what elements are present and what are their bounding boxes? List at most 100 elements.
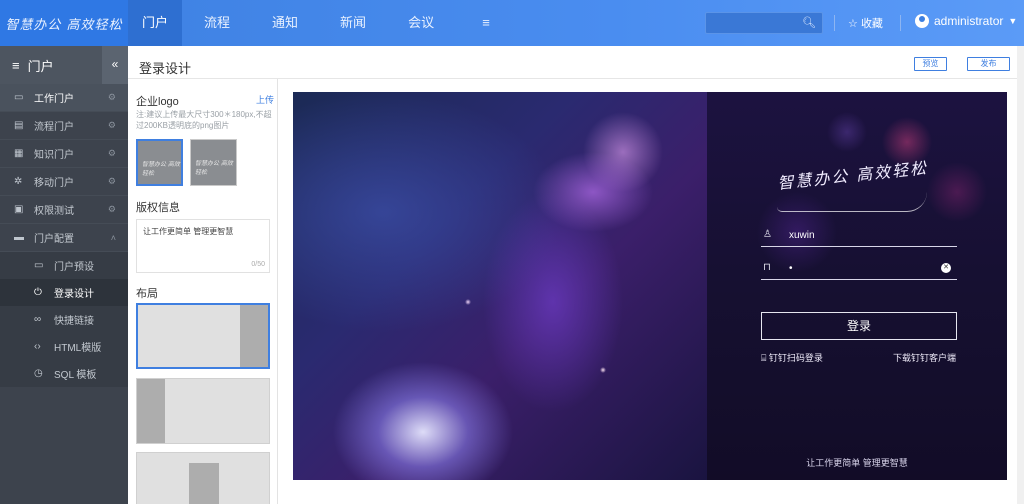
sidebar-subitem-label: SQL 模板	[54, 370, 97, 381]
clear-icon[interactable]: ✕	[941, 263, 951, 273]
layout-option-right[interactable]	[136, 303, 270, 369]
sidebar-subitem-label: 快捷链接	[54, 316, 94, 327]
copyright-textarea[interactable]: 让工作更简单 管理更智慧 0/50	[136, 219, 270, 273]
user-name: administrator	[934, 14, 1004, 28]
publish-button[interactable]: 发布	[967, 57, 1010, 71]
sidebar-item-label: 门户配置	[34, 234, 74, 245]
collapse-sidebar-button[interactable]: «	[102, 46, 128, 84]
sidebar-subitem-login-design[interactable]: ⏻ 登录设计	[0, 279, 128, 306]
list-icon: ▤	[14, 120, 24, 131]
layout-block	[189, 463, 219, 504]
scrollbar[interactable]	[1017, 46, 1024, 504]
nav-item-notice[interactable]: 通知	[260, 0, 310, 46]
sidebar-subitem-quick-links[interactable]: ∞ 快捷链接	[0, 306, 128, 333]
nav-item-portal[interactable]: 门户	[128, 0, 183, 46]
nav-item-news[interactable]: 新闻	[328, 0, 378, 46]
star-icon: ☆	[848, 18, 858, 30]
sidebar-subitem-portal-preset[interactable]: ▭ 门户预设	[0, 252, 128, 279]
search-input[interactable]	[712, 15, 802, 31]
password-field[interactable]: ⊓ • ✕	[761, 258, 957, 280]
sidebar-subitem-html-template[interactable]: ‹› HTML模版	[0, 333, 128, 360]
sidebar-item-work-portal[interactable]: ▭ 工作门户 ⚙	[0, 84, 128, 112]
top-bar: 智慧办公 高效轻松 门户 流程 通知 新闻 会议 ≡ 🔍︎ ☆ 收藏 admin…	[0, 0, 1024, 46]
char-counter: 0/50	[251, 261, 265, 268]
search-box[interactable]: 🔍︎	[705, 12, 823, 34]
sidebar-item-process-portal[interactable]: ▤ 流程门户 ⚙	[0, 112, 128, 140]
qr-icon: ⌸	[761, 353, 767, 363]
sidebar-subitem-sql-template[interactable]: ◷ SQL 模板	[0, 360, 128, 387]
background-image	[293, 92, 707, 480]
hamburger-icon: ≡	[12, 57, 20, 73]
brand-logo[interactable]: 智慧办公 高效轻松	[0, 0, 128, 46]
settings-icon[interactable]: ⚙	[108, 148, 116, 159]
link-icon: ∞	[34, 314, 42, 325]
sidebar-item-portal-config[interactable]: ▬ 门户配置 ˄	[0, 224, 128, 252]
sidebar-header: ≡ 门户 «	[0, 46, 128, 84]
settings-icon[interactable]: ⚙	[108, 120, 116, 131]
page-title: 登录设计	[139, 61, 192, 76]
user-menu[interactable]: administrator ▼	[915, 14, 1017, 28]
scan-login-link[interactable]: ⌸ 钉钉扫码登录	[761, 351, 823, 364]
code-icon: ‹›	[34, 341, 41, 352]
window-icon: ▭	[34, 260, 44, 271]
login-button[interactable]: 登录	[761, 312, 957, 340]
sidebar-item-permission-test[interactable]: ▣ 权限测试 ⚙	[0, 196, 128, 224]
logo-swoosh	[777, 192, 927, 212]
settings-icon[interactable]: ⚙	[108, 176, 116, 187]
menu-icon[interactable]: ≡	[464, 0, 508, 46]
settings-icon[interactable]: ⚙	[108, 92, 116, 103]
logo-thumbnail-1[interactable]: 智慧办公 高效轻松	[136, 139, 183, 186]
favorites-button[interactable]: ☆ 收藏	[848, 15, 883, 31]
username-value: xuwin	[789, 230, 815, 241]
sidebar-subitem-label: 门户预设	[54, 262, 94, 273]
login-preview: 智慧办公 高效轻松 ♙ xuwin ⊓ • ✕ 登录 ⌸ 钉钉扫码登录 下载钉钉…	[293, 92, 1007, 480]
username-field[interactable]: ♙ xuwin	[761, 225, 957, 247]
avatar	[915, 14, 929, 28]
caret-down-icon: ▼	[1008, 16, 1018, 26]
sidebar-item-label: 工作门户	[34, 94, 74, 105]
preview-button[interactable]: 预览	[914, 57, 947, 71]
sidebar-item-label: 权限测试	[34, 206, 74, 217]
monitor-icon: ▭	[14, 92, 24, 103]
sidebar-item-knowledge-portal[interactable]: ▦ 知识门户 ⚙	[0, 140, 128, 168]
layout-block	[137, 379, 165, 443]
clock-icon: ◷	[34, 368, 43, 379]
sidebar-title: 门户	[27, 58, 54, 74]
login-slogan: 让工作更简单 管理更智慧	[806, 458, 908, 468]
sidebar-subitem-label: 登录设计	[54, 289, 94, 300]
folder-icon: ▬	[14, 232, 24, 243]
settings-icon[interactable]: ⚙	[108, 204, 116, 215]
login-panel: 智慧办公 高效轻松 ♙ xuwin ⊓ • ✕ 登录 ⌸ 钉钉扫码登录 下载钉钉…	[707, 92, 1007, 480]
sidebar-item-label: 知识门户	[34, 150, 74, 161]
user-icon: ♙	[763, 229, 772, 240]
main-nav: 门户 流程 通知 新闻 会议 ≡	[128, 0, 526, 46]
main-content: 登录设计 预览 发布 企业logo 上传 注:建议上传最大尺寸300＊180px…	[128, 46, 1024, 504]
logo-thumbnail-2[interactable]: 智慧办公 高效轻松	[190, 139, 237, 186]
search-icon[interactable]: 🔍︎	[802, 16, 816, 29]
gear-icon: ✲	[14, 176, 23, 187]
grid-icon: ▦	[14, 148, 24, 159]
sidebar-item-mobile-portal[interactable]: ✲ 移动门户 ⚙	[0, 168, 128, 196]
layout-block	[240, 305, 268, 367]
logo-section-title: 企业logo	[136, 96, 179, 108]
layout-option-left[interactable]	[136, 378, 270, 444]
brand-logo-text: 智慧办公 高效轻松	[5, 17, 123, 33]
divider	[900, 15, 901, 31]
lock-icon: ⊓	[763, 262, 771, 273]
nav-item-process[interactable]: 流程	[192, 0, 242, 46]
favorites-label: 收藏	[860, 18, 883, 30]
nav-item-meeting[interactable]: 会议	[396, 0, 446, 46]
power-icon: ⏻	[34, 287, 42, 298]
sidebar-subitem-label: HTML模版	[54, 343, 102, 354]
copyright-value: 让工作更简单 管理更智慧	[143, 227, 234, 236]
sidebar-item-label: 移动门户	[34, 178, 74, 189]
login-logo: 智慧办公 高效轻松	[776, 158, 929, 193]
upload-link[interactable]: 上传	[256, 93, 274, 106]
doc-icon: ▣	[14, 204, 24, 215]
download-client-link[interactable]: 下载钉钉客户端	[893, 351, 956, 364]
copyright-section-title: 版权信息	[136, 202, 180, 214]
sidebar-item-label: 流程门户	[34, 122, 74, 133]
chevron-up-icon: ˄	[110, 232, 116, 243]
layout-option-center[interactable]	[136, 452, 270, 504]
layout-section-title: 布局	[136, 288, 158, 300]
